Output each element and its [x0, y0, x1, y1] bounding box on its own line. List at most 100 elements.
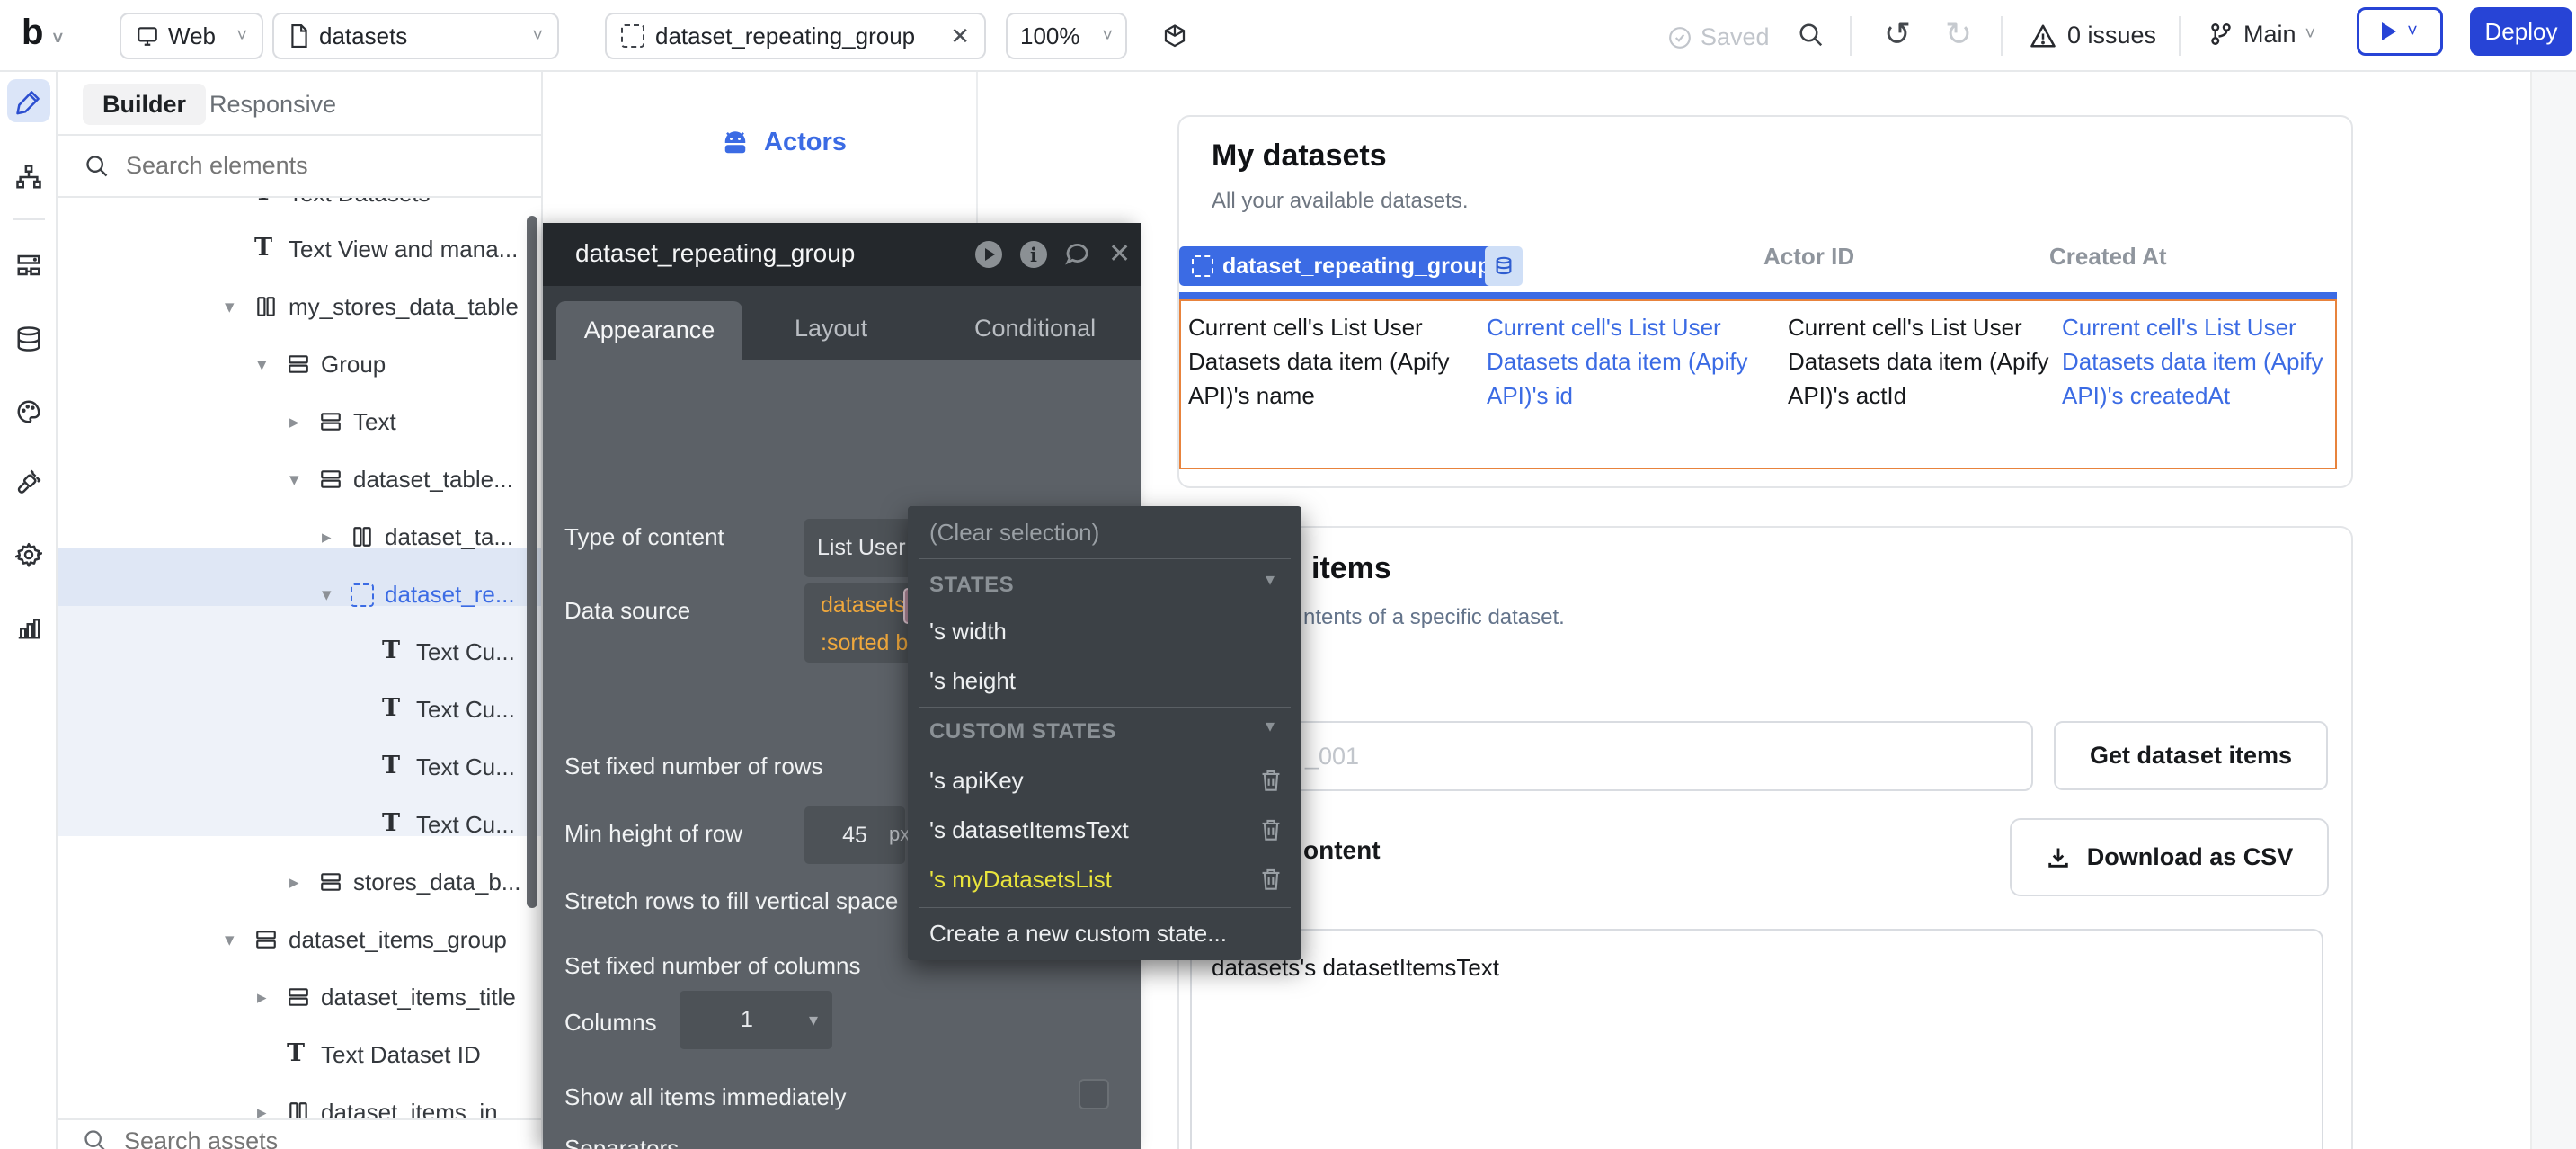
zoom-dropdown[interactable]: 100% ˅ — [1006, 13, 1127, 59]
tree-row-label: Text Dataset ID — [321, 1041, 481, 1069]
dataset-id-input[interactable]: _001 — [1211, 721, 2033, 791]
search-elements-input[interactable] — [124, 151, 505, 181]
tab-conditional-label[interactable]: Conditional — [974, 315, 1096, 343]
tree-row[interactable]: ▾my_stores_data_table — [58, 288, 541, 327]
menu-item-create-custom-state[interactable]: Create a new custom state... — [929, 920, 1227, 948]
selected-element-tag[interactable]: dataset_repeating_group — [1179, 246, 1504, 286]
cell-dataset-actid[interactable]: Current cell's List User Datasets data i… — [1788, 310, 2053, 413]
settings-gear-icon[interactable] — [15, 541, 42, 568]
chevron-expanded-icon[interactable]: ▾ — [225, 296, 235, 318]
tree-row[interactable]: TText Cu... — [58, 690, 541, 730]
tree-row-label: dataset_table... — [353, 466, 513, 494]
platform-dropdown[interactable]: Web ˅ — [120, 13, 263, 59]
components-icon[interactable] — [15, 252, 42, 279]
menu-item-clear-selection[interactable]: (Clear selection) — [929, 519, 1099, 547]
cell-dataset-id[interactable]: Current cell's List User Datasets data i… — [1487, 310, 1756, 413]
search-assets-input[interactable] — [122, 1127, 467, 1149]
chevron-expanded-icon[interactable]: ▾ — [289, 468, 299, 491]
nav-item-actors[interactable]: Actors — [719, 128, 847, 157]
assets-search-bar[interactable] — [58, 1118, 541, 1149]
tree-scrollbar[interactable] — [527, 216, 537, 908]
chevron-collapsed-icon[interactable]: ▸ — [322, 526, 332, 548]
tree-row[interactable]: TText View and mana... — [58, 230, 541, 270]
menu-header-custom-states[interactable]: CUSTOM STATES — [929, 719, 1116, 744]
tree-row[interactable]: TText Cu... — [58, 748, 541, 788]
tree-row[interactable]: ▸Text — [58, 403, 541, 442]
menu-item-width-state[interactable]: 's width — [929, 618, 1007, 646]
dataset-content-textarea[interactable]: datasets's datasetItemsText — [1190, 929, 2323, 1149]
download-icon — [2046, 845, 2071, 870]
left-icon-rail — [0, 72, 58, 1149]
tree-row[interactable]: ▾dataset_items_group — [58, 921, 541, 960]
tab-responsive[interactable]: Responsive — [197, 84, 349, 125]
tree-row-selected[interactable]: ▾ dataset_re... — [58, 575, 541, 615]
chevron-down-icon: ˅ — [532, 27, 543, 45]
menu-item-apikey-state[interactable]: 's apiKey — [929, 767, 1024, 795]
page-dropdown[interactable]: datasets ˅ — [272, 13, 559, 59]
issues-indicator[interactable]: 0 issues — [2030, 22, 2156, 49]
database-icon[interactable] — [15, 325, 42, 352]
show-all-checkbox[interactable] — [1079, 1079, 1109, 1109]
tree-row-label: dataset_re... — [385, 581, 515, 609]
pencil-icon[interactable] — [15, 88, 42, 115]
tree-row[interactable]: ▾ dataset_table... — [58, 460, 541, 500]
columns-select[interactable]: 1 ▾ — [680, 991, 832, 1049]
menu-item-mydatasetslist-state[interactable]: 's myDatasetsList — [929, 866, 1112, 894]
trash-icon[interactable] — [1260, 868, 1282, 891]
tree-row[interactable]: ▸ stores_data_b... — [58, 863, 541, 903]
repeating-group-icon — [621, 24, 644, 48]
cell-dataset-createdat[interactable]: Current cell's List User Datasets data i… — [2062, 310, 2332, 413]
chevron-expanded-icon[interactable]: ▾ — [322, 583, 332, 606]
bubble-logo[interactable]: b˅ — [22, 13, 63, 53]
selection-top-bar — [1179, 292, 2337, 299]
chevron-expanded-icon[interactable]: ▾ — [225, 929, 235, 951]
close-icon[interactable]: ✕ — [950, 22, 970, 50]
tree-row[interactable]: ▸dataset_ta... — [58, 518, 541, 557]
search-icon[interactable] — [1798, 22, 1825, 49]
workflow-icon[interactable] — [15, 164, 42, 191]
trash-icon[interactable] — [1260, 769, 1282, 792]
tree-row-label: stores_data_b... — [353, 868, 520, 896]
tab-layout-label[interactable]: Layout — [795, 315, 867, 343]
deploy-button[interactable]: Deploy — [2470, 7, 2572, 56]
chevron-collapsed-icon[interactable]: ▸ — [257, 986, 267, 1009]
tree-row[interactable]: ▸dataset_items_title — [58, 978, 541, 1018]
inspector-title-bar[interactable]: dataset_repeating_group i ✕ — [543, 223, 1141, 286]
data-source-chip[interactable] — [1485, 246, 1523, 286]
tree-row[interactable]: TText Dataset ID — [58, 1036, 541, 1075]
preview-button[interactable]: ˅ — [2357, 7, 2443, 56]
tree-row[interactable]: TText Cu... — [58, 633, 541, 672]
info-icon[interactable]: i — [1020, 241, 1047, 268]
chevron-expanded-icon[interactable]: ▾ — [257, 353, 267, 376]
comment-icon[interactable] — [1063, 242, 1090, 267]
tree-row[interactable]: ▾Group — [58, 345, 541, 385]
chevron-collapsed-icon[interactable]: ▸ — [289, 411, 299, 433]
monitor-icon — [136, 24, 159, 48]
plugins-icon[interactable] — [15, 468, 42, 495]
get-dataset-items-button[interactable]: Get dataset items — [2054, 721, 2328, 790]
branch-selector[interactable]: Main ˅ — [2207, 20, 2315, 49]
repeating-group-cell-outline[interactable]: Current cell's List User Datasets data i… — [1179, 299, 2337, 469]
element-search-bar[interactable] — [58, 136, 541, 198]
element-tab[interactable]: dataset_repeating_group ✕ — [605, 13, 986, 59]
tree-row[interactable]: TText Cu... — [58, 806, 541, 845]
redo-icon[interactable]: ↻ — [1945, 18, 1972, 50]
menu-header-states[interactable]: STATES — [929, 573, 1014, 598]
menu-item-datasetitemstext-state[interactable]: 's datasetItemsText — [929, 816, 1129, 844]
close-icon[interactable]: ✕ — [1108, 238, 1131, 270]
tab-appearance[interactable]: Appearance — [556, 301, 742, 360]
undo-icon[interactable]: ↺ — [1884, 18, 1911, 50]
branch-label: Main — [2243, 21, 2296, 49]
component-library-icon[interactable] — [1161, 23, 1188, 50]
styles-palette-icon[interactable] — [15, 398, 42, 425]
trash-icon[interactable] — [1260, 818, 1282, 842]
cell-dataset-name[interactable]: Current cell's List User Datasets data i… — [1188, 310, 1469, 413]
logs-chart-icon[interactable] — [15, 614, 42, 641]
run-icon[interactable] — [975, 241, 1002, 268]
tab-builder[interactable]: Builder — [83, 84, 206, 125]
chevron-collapsed-icon[interactable]: ▸ — [289, 871, 299, 894]
download-csv-button[interactable]: Download as CSV — [2010, 818, 2329, 896]
tree-row[interactable]: TText Datasets — [58, 198, 541, 214]
my-datasets-card: My datasets All your available datasets.… — [1177, 115, 2353, 488]
menu-item-height-state[interactable]: 's height — [929, 667, 1016, 695]
